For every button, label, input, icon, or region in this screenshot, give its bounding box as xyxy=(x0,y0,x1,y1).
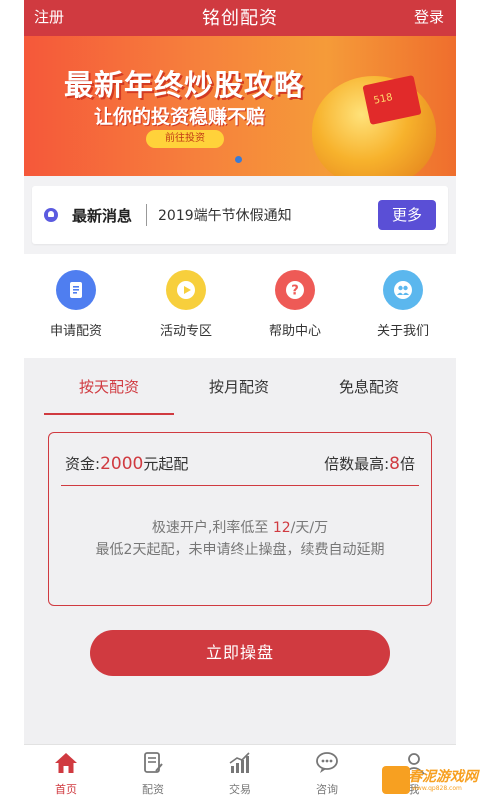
news-label: 最新消息 xyxy=(72,207,133,225)
quick-item-label: 关于我们 xyxy=(376,324,429,339)
plan-card: 资金:2000元起配 倍数最高:8倍 极速开户,利率低至 12/天/万 最低2天… xyxy=(48,432,432,606)
multiplier-info: 倍数最高:8倍 xyxy=(324,454,415,474)
card-divider xyxy=(61,485,419,486)
financing-tabs: 按天配资 按月配资 免息配资 xyxy=(24,358,456,415)
tab-monthly[interactable]: 按月配资 xyxy=(174,376,304,397)
top-header: 注册 铭创配资 登录 xyxy=(24,0,456,36)
start-trading-button[interactable]: 立即操盘 xyxy=(90,630,390,676)
envelope-number: 518 xyxy=(372,91,394,107)
rate-value: 12 xyxy=(272,520,291,536)
quick-item-about[interactable]: 关于我们 xyxy=(358,270,448,339)
banner-invest-button[interactable]: 前往投资 xyxy=(146,130,224,148)
news-section: 最新消息 2019端午节休假通知 更多 xyxy=(24,176,456,254)
site-watermark: 春泥游戏网 www.qp828.com xyxy=(382,764,480,800)
login-link[interactable]: 登录 xyxy=(414,6,444,27)
quick-item-activity[interactable]: 活动专区 xyxy=(141,270,231,339)
play-icon xyxy=(166,270,206,310)
tabbar-consult[interactable]: 咨询 xyxy=(297,751,357,797)
news-bar: 最新消息 2019端午节休假通知 更多 xyxy=(32,186,448,244)
quick-item-apply[interactable]: 申请配资 xyxy=(31,270,121,339)
bell-icon xyxy=(44,208,58,222)
tab-interest-free[interactable]: 免息配资 xyxy=(304,376,434,397)
tabbar-trade[interactable]: 交易 xyxy=(210,751,270,797)
svg-text:?: ? xyxy=(291,284,299,299)
chart-icon xyxy=(229,752,250,773)
multiplier-value: 8 xyxy=(389,454,400,474)
home-icon xyxy=(55,753,77,773)
news-headline[interactable]: 2019端午节休假通知 xyxy=(158,205,292,225)
quick-item-label: 活动专区 xyxy=(159,324,212,339)
financing-section: 按天配资 按月配资 免息配资 资金:2000元起配 倍数最高:8倍 极速开户,利… xyxy=(24,358,456,744)
tab-daily[interactable]: 按天配资 xyxy=(44,376,174,397)
banner-headline: 最新年终炒股攻略 xyxy=(64,68,305,102)
edit-document-icon xyxy=(144,752,163,773)
watermark-title: 春泥游戏网 xyxy=(408,769,478,785)
document-icon xyxy=(56,270,96,310)
page-title: 铭创配资 xyxy=(202,8,278,29)
watermark-url: www.qp828.com xyxy=(412,785,462,792)
fund-info: 资金:2000元起配 xyxy=(65,454,189,474)
quick-item-help[interactable]: ? 帮助中心 xyxy=(250,270,340,339)
watermark-logo-icon xyxy=(382,766,410,794)
quick-item-label: 帮助中心 xyxy=(268,324,321,339)
tabbar-home[interactable]: 首页 xyxy=(36,751,96,797)
term-description: 最低2天起配，未申请终止操盘，续费自动延期 xyxy=(95,542,385,558)
banner-subline: 让你的投资稳赚不赔 xyxy=(94,106,266,128)
quick-menu: 申请配资 活动专区 ? 帮助中心 关于我们 xyxy=(24,254,456,358)
question-icon: ? xyxy=(275,270,315,310)
promo-banner[interactable]: 518 最新年终炒股攻略 让你的投资稳赚不赔 前往投资 xyxy=(24,36,456,176)
active-tab-indicator xyxy=(44,413,174,415)
people-icon xyxy=(383,270,423,310)
chat-icon xyxy=(316,752,338,773)
tabbar-financing[interactable]: 配资 xyxy=(123,751,183,797)
fund-value: 2000 xyxy=(100,454,144,474)
carousel-dot-active[interactable] xyxy=(235,156,242,163)
more-button[interactable]: 更多 xyxy=(378,200,436,230)
rate-description: 极速开户,利率低至 12/天/万 xyxy=(151,520,329,536)
news-divider xyxy=(146,204,147,226)
quick-item-label: 申请配资 xyxy=(49,324,102,339)
